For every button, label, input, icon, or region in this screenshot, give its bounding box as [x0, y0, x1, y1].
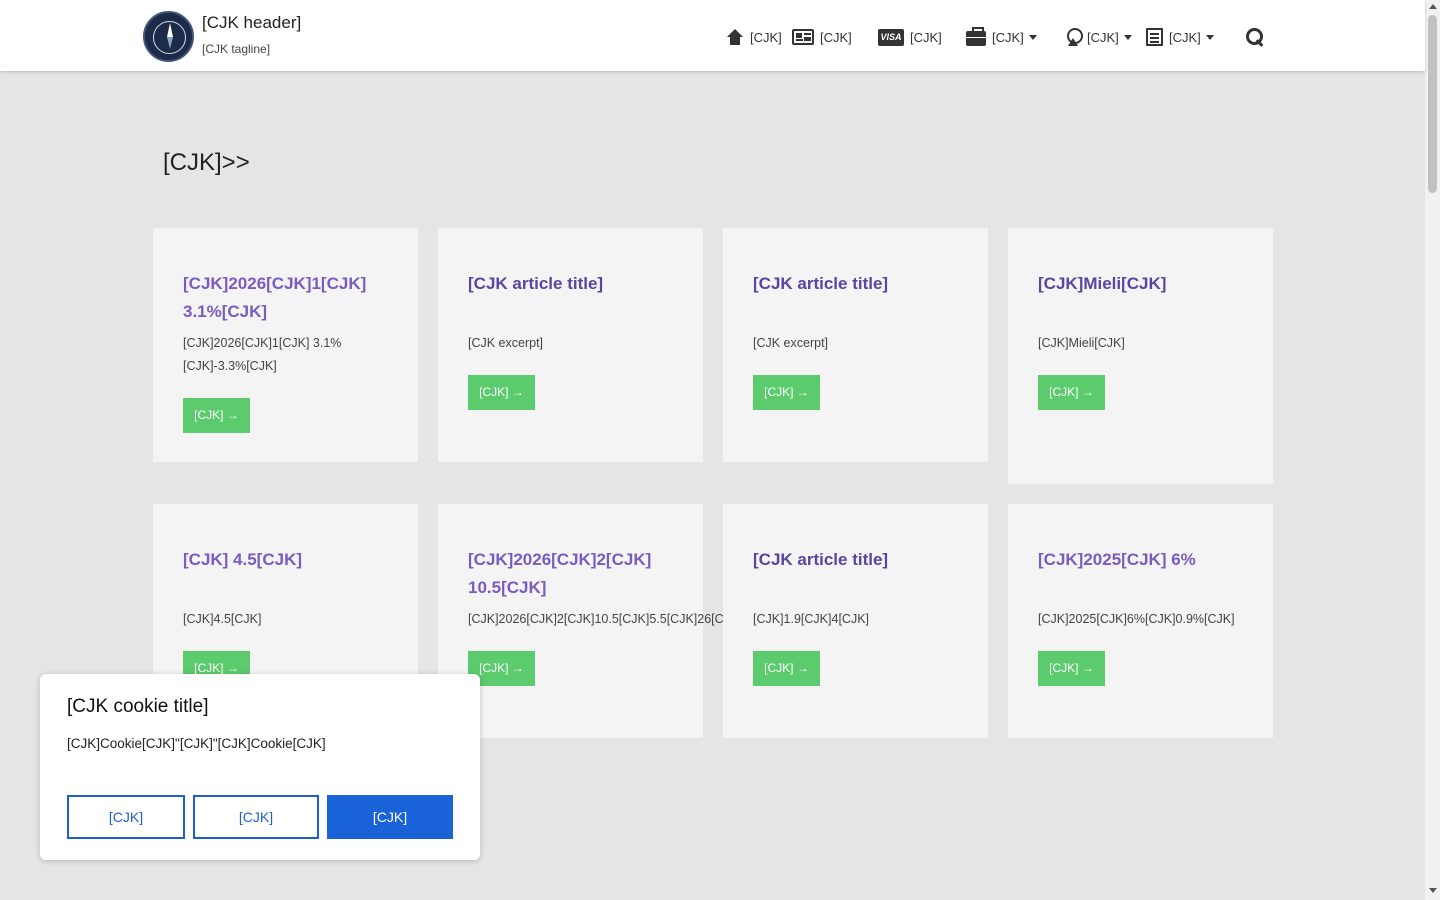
nav-item-work[interactable]: [CJK] — [966, 26, 1037, 48]
section-title[interactable]: [CJK]>> — [163, 149, 250, 177]
cookie-title: [CJK cookie title] — [67, 696, 209, 717]
nav-item-docs[interactable]: [CJK] — [1146, 26, 1214, 48]
nav-item-label: [CJK] — [820, 29, 852, 45]
search-icon[interactable] — [1246, 28, 1264, 46]
newspaper-icon — [792, 29, 814, 45]
award-icon — [1065, 28, 1083, 46]
article-card: [CJK article title] [CJK excerpt] [CJK] … — [723, 228, 988, 462]
visa-icon: VISA — [878, 28, 904, 46]
scroll-up-arrow-icon[interactable] — [1429, 4, 1437, 9]
site-title[interactable]: [CJK header] — [202, 13, 301, 33]
compass-logo[interactable] — [143, 11, 194, 62]
chevron-down-icon — [1205, 34, 1214, 40]
nav-item-home[interactable]: [CJK] — [726, 26, 782, 48]
read-more-button[interactable]: [CJK] → — [753, 651, 820, 686]
compass-needle-tail-icon — [167, 37, 173, 49]
read-more-button[interactable]: [CJK] → — [183, 398, 250, 433]
article-excerpt: [CJK]2026[CJK]1[CJK] 3.1%[CJK]-3.3%[CJK] — [183, 336, 342, 373]
read-more-button[interactable]: [CJK] → — [1038, 651, 1105, 686]
scrollbar-thumb[interactable] — [1428, 15, 1437, 193]
article-title[interactable]: [CJK article title] — [468, 270, 673, 326]
article-excerpt: [CJK]4.5[CJK] — [183, 612, 262, 626]
nav-item-label: [CJK] — [1087, 29, 1119, 45]
article-card: [CJK article title] [CJK]1.9[CJK]4[CJK] … — [723, 504, 988, 738]
article-excerpt: [CJK]Mieli[CJK] — [1038, 336, 1125, 350]
compass-needle-icon — [167, 23, 173, 37]
briefcase-icon — [966, 27, 986, 46]
chevron-down-icon — [1123, 34, 1132, 40]
article-excerpt: [CJK]2026[CJK]2[CJK]10.5[CJK]5.5[CJK]26[… — [468, 612, 742, 626]
read-more-button[interactable]: [CJK] → — [468, 375, 535, 410]
article-title[interactable]: [CJK article title] — [753, 270, 958, 326]
nav-item-label: [CJK] — [910, 29, 942, 45]
cookie-consent-dialog: [CJK cookie title] [CJK]Cookie[CJK]"[CJK… — [40, 674, 480, 860]
article-excerpt: [CJK]2025[CJK]6%[CJK]0.9%[CJK] — [1038, 612, 1235, 626]
read-more-button[interactable]: [CJK] → — [1038, 375, 1105, 410]
page-scrollbar[interactable] — [1425, 0, 1440, 900]
nav-item-visa[interactable]: VISA [CJK] — [878, 26, 942, 48]
article-title[interactable]: [CJK] 4.5[CJK] — [183, 546, 388, 602]
nav-item-label: [CJK] — [1169, 29, 1201, 45]
read-more-button[interactable]: [CJK] → — [753, 375, 820, 410]
customize-cookies-button[interactable]: [CJK] — [193, 795, 319, 839]
article-excerpt: [CJK excerpt] — [753, 336, 829, 350]
article-card: [CJK]2025[CJK] 6% [CJK]2025[CJK]6%[CJK]0… — [1008, 504, 1273, 738]
article-card: [CJK]Mieli[CJK] [CJK]Mieli[CJK] [CJK] → — [1008, 228, 1273, 484]
article-title[interactable]: [CJK]2025[CJK] 6% — [1038, 546, 1243, 602]
article-title[interactable]: [CJK article title] — [753, 546, 958, 602]
nav-item-label: [CJK] — [992, 29, 1024, 45]
cookie-text: [CJK]Cookie[CJK]"[CJK]"[CJK]Cookie[CJK] — [67, 736, 326, 751]
article-title[interactable]: [CJK]2026[CJK]1[CJK] 3.1%[CJK] — [183, 270, 388, 326]
home-icon — [726, 29, 744, 45]
nav-item-award[interactable]: [CJK] — [1065, 26, 1132, 48]
article-excerpt: [CJK]1.9[CJK]4[CJK] — [753, 612, 870, 626]
site-tagline: [CJK tagline] — [202, 42, 271, 56]
nav-item-news[interactable]: [CJK] — [792, 26, 852, 48]
article-title[interactable]: [CJK]2026[CJK]2[CJK] 10.5[CJK] — [468, 546, 673, 602]
accept-cookies-button[interactable]: [CJK] — [327, 795, 453, 839]
chevron-down-icon — [1028, 34, 1037, 40]
article-card: [CJK]2026[CJK]1[CJK] 3.1%[CJK] [CJK]2026… — [153, 228, 418, 462]
document-icon — [1146, 28, 1163, 46]
site-header: [CJK header] [CJK tagline] [CJK] [CJK] V… — [0, 0, 1425, 71]
article-title[interactable]: [CJK]Mieli[CJK] — [1038, 270, 1243, 326]
reject-cookies-button[interactable]: [CJK] — [67, 795, 185, 839]
nav-item-label: [CJK] — [750, 29, 782, 45]
article-excerpt: [CJK excerpt] — [468, 336, 544, 350]
article-card: [CJK article title] [CJK excerpt] [CJK] … — [438, 228, 703, 462]
scroll-down-arrow-icon[interactable] — [1429, 888, 1437, 893]
